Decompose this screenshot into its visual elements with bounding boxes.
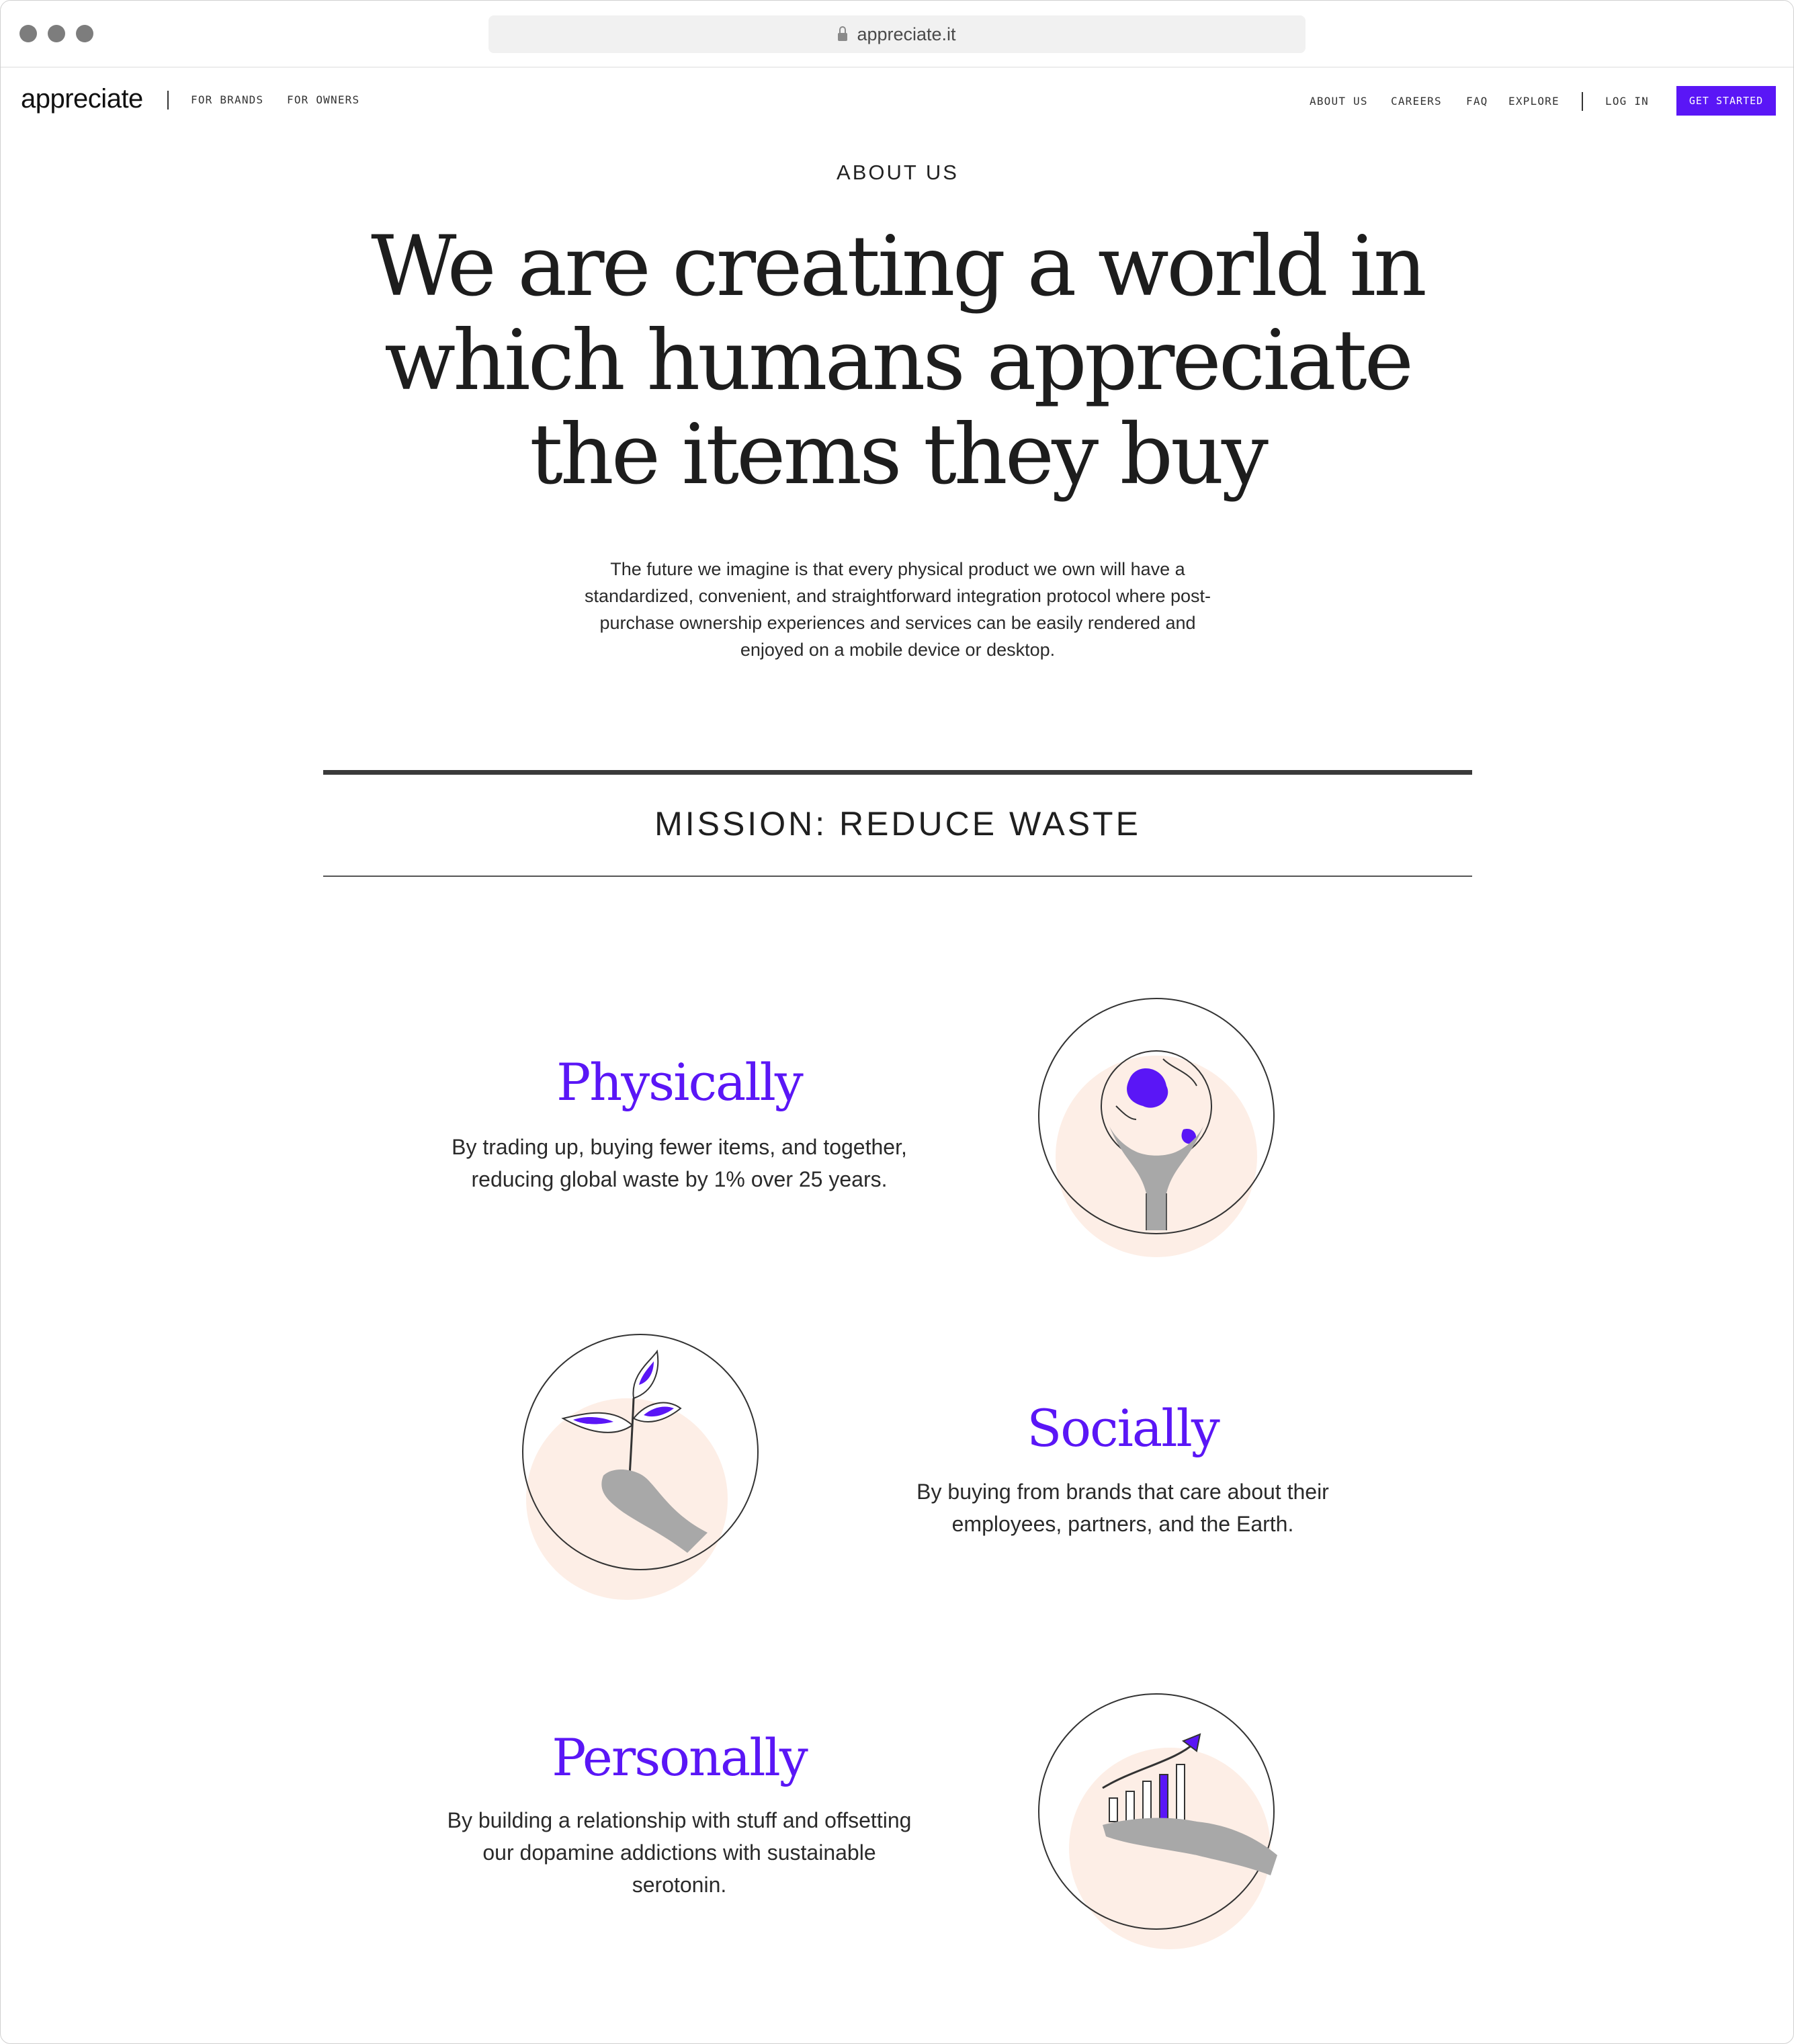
desc-line: By buying from brands that care about th… — [916, 1480, 1329, 1504]
desc-line: reducing global waste by 1% over 25 year… — [471, 1167, 888, 1191]
login-link[interactable]: LOG IN — [1605, 95, 1649, 108]
hero-headline-line: the items they buy — [529, 407, 1269, 503]
mission-title-socially: Socially — [1027, 1398, 1220, 1458]
mission-desc-physically: By trading up, buying fewer items, and t… — [411, 1131, 948, 1195]
intro-line: enjoyed on a mobile device or desktop. — [740, 640, 1056, 660]
address-url: appreciate.it — [857, 24, 956, 44]
hero-headline-line: which humans appreciate — [384, 312, 1414, 409]
page-eyebrow: ABOUT US — [837, 161, 959, 184]
sprout-in-hand-icon — [522, 1334, 759, 1600]
nav-divider — [167, 91, 169, 110]
nav-link-about-us[interactable]: ABOUT US — [1310, 95, 1368, 108]
nav-link-careers[interactable]: CAREERS — [1391, 95, 1442, 108]
browser-window: appreciate.it appreciate FOR BRANDS FOR … — [0, 0, 1794, 2044]
nav-divider-right — [1582, 92, 1583, 111]
nav-link-explore[interactable]: EXPLORE — [1508, 95, 1560, 108]
intro-line: standardized, convenient, and straightfo… — [584, 586, 1211, 606]
intro-line: The future we imagine is that every phys… — [610, 559, 1185, 579]
growth-chart-on-hand-icon — [1038, 1693, 1277, 1949]
mission-title-personally: Personally — [552, 1728, 808, 1787]
get-started-button[interactable]: GET STARTED — [1676, 86, 1776, 116]
address-bar[interactable]: appreciate.it — [488, 15, 1306, 53]
nav-link-for-owners[interactable]: FOR OWNERS — [287, 93, 359, 106]
intro-line: purchase ownership experiences and servi… — [599, 613, 1196, 633]
desc-line: By building a relationship with stuff an… — [447, 1808, 912, 1832]
globe-in-hands-icon — [1038, 998, 1275, 1257]
lock-icon — [838, 26, 848, 41]
mission-desc-personally: By building a relationship with stuff an… — [411, 1804, 948, 1901]
desc-line: serotonin. — [632, 1873, 727, 1897]
section-divider-thin — [323, 876, 1472, 877]
hero-headline: We are creating a world in which humans … — [360, 220, 1435, 502]
desc-line: By trading up, buying fewer items, and t… — [452, 1135, 907, 1159]
maximize-window-dot[interactable] — [76, 25, 93, 42]
hero-headline-line: We are creating a world in — [371, 218, 1427, 315]
browser-chrome: appreciate.it — [1, 1, 1793, 68]
minimize-window-dot[interactable] — [48, 25, 65, 42]
section-divider-thick — [323, 770, 1472, 775]
intro-paragraph: The future we imagine is that every phys… — [565, 556, 1230, 663]
desc-line: our dopamine addictions with sustainable — [482, 1840, 876, 1865]
mission-title-physically: Physically — [556, 1052, 804, 1112]
mission-heading: MISSION: REDUCE WASTE — [654, 805, 1141, 843]
nav-link-for-brands[interactable]: FOR BRANDS — [191, 93, 263, 106]
site-logo[interactable]: appreciate — [21, 84, 143, 114]
mission-desc-socially: By buying from brands that care about th… — [854, 1476, 1392, 1540]
desc-line: employees, partners, and the Earth. — [951, 1512, 1294, 1536]
nav-link-faq[interactable]: FAQ — [1466, 95, 1488, 108]
close-window-dot[interactable] — [19, 25, 37, 42]
